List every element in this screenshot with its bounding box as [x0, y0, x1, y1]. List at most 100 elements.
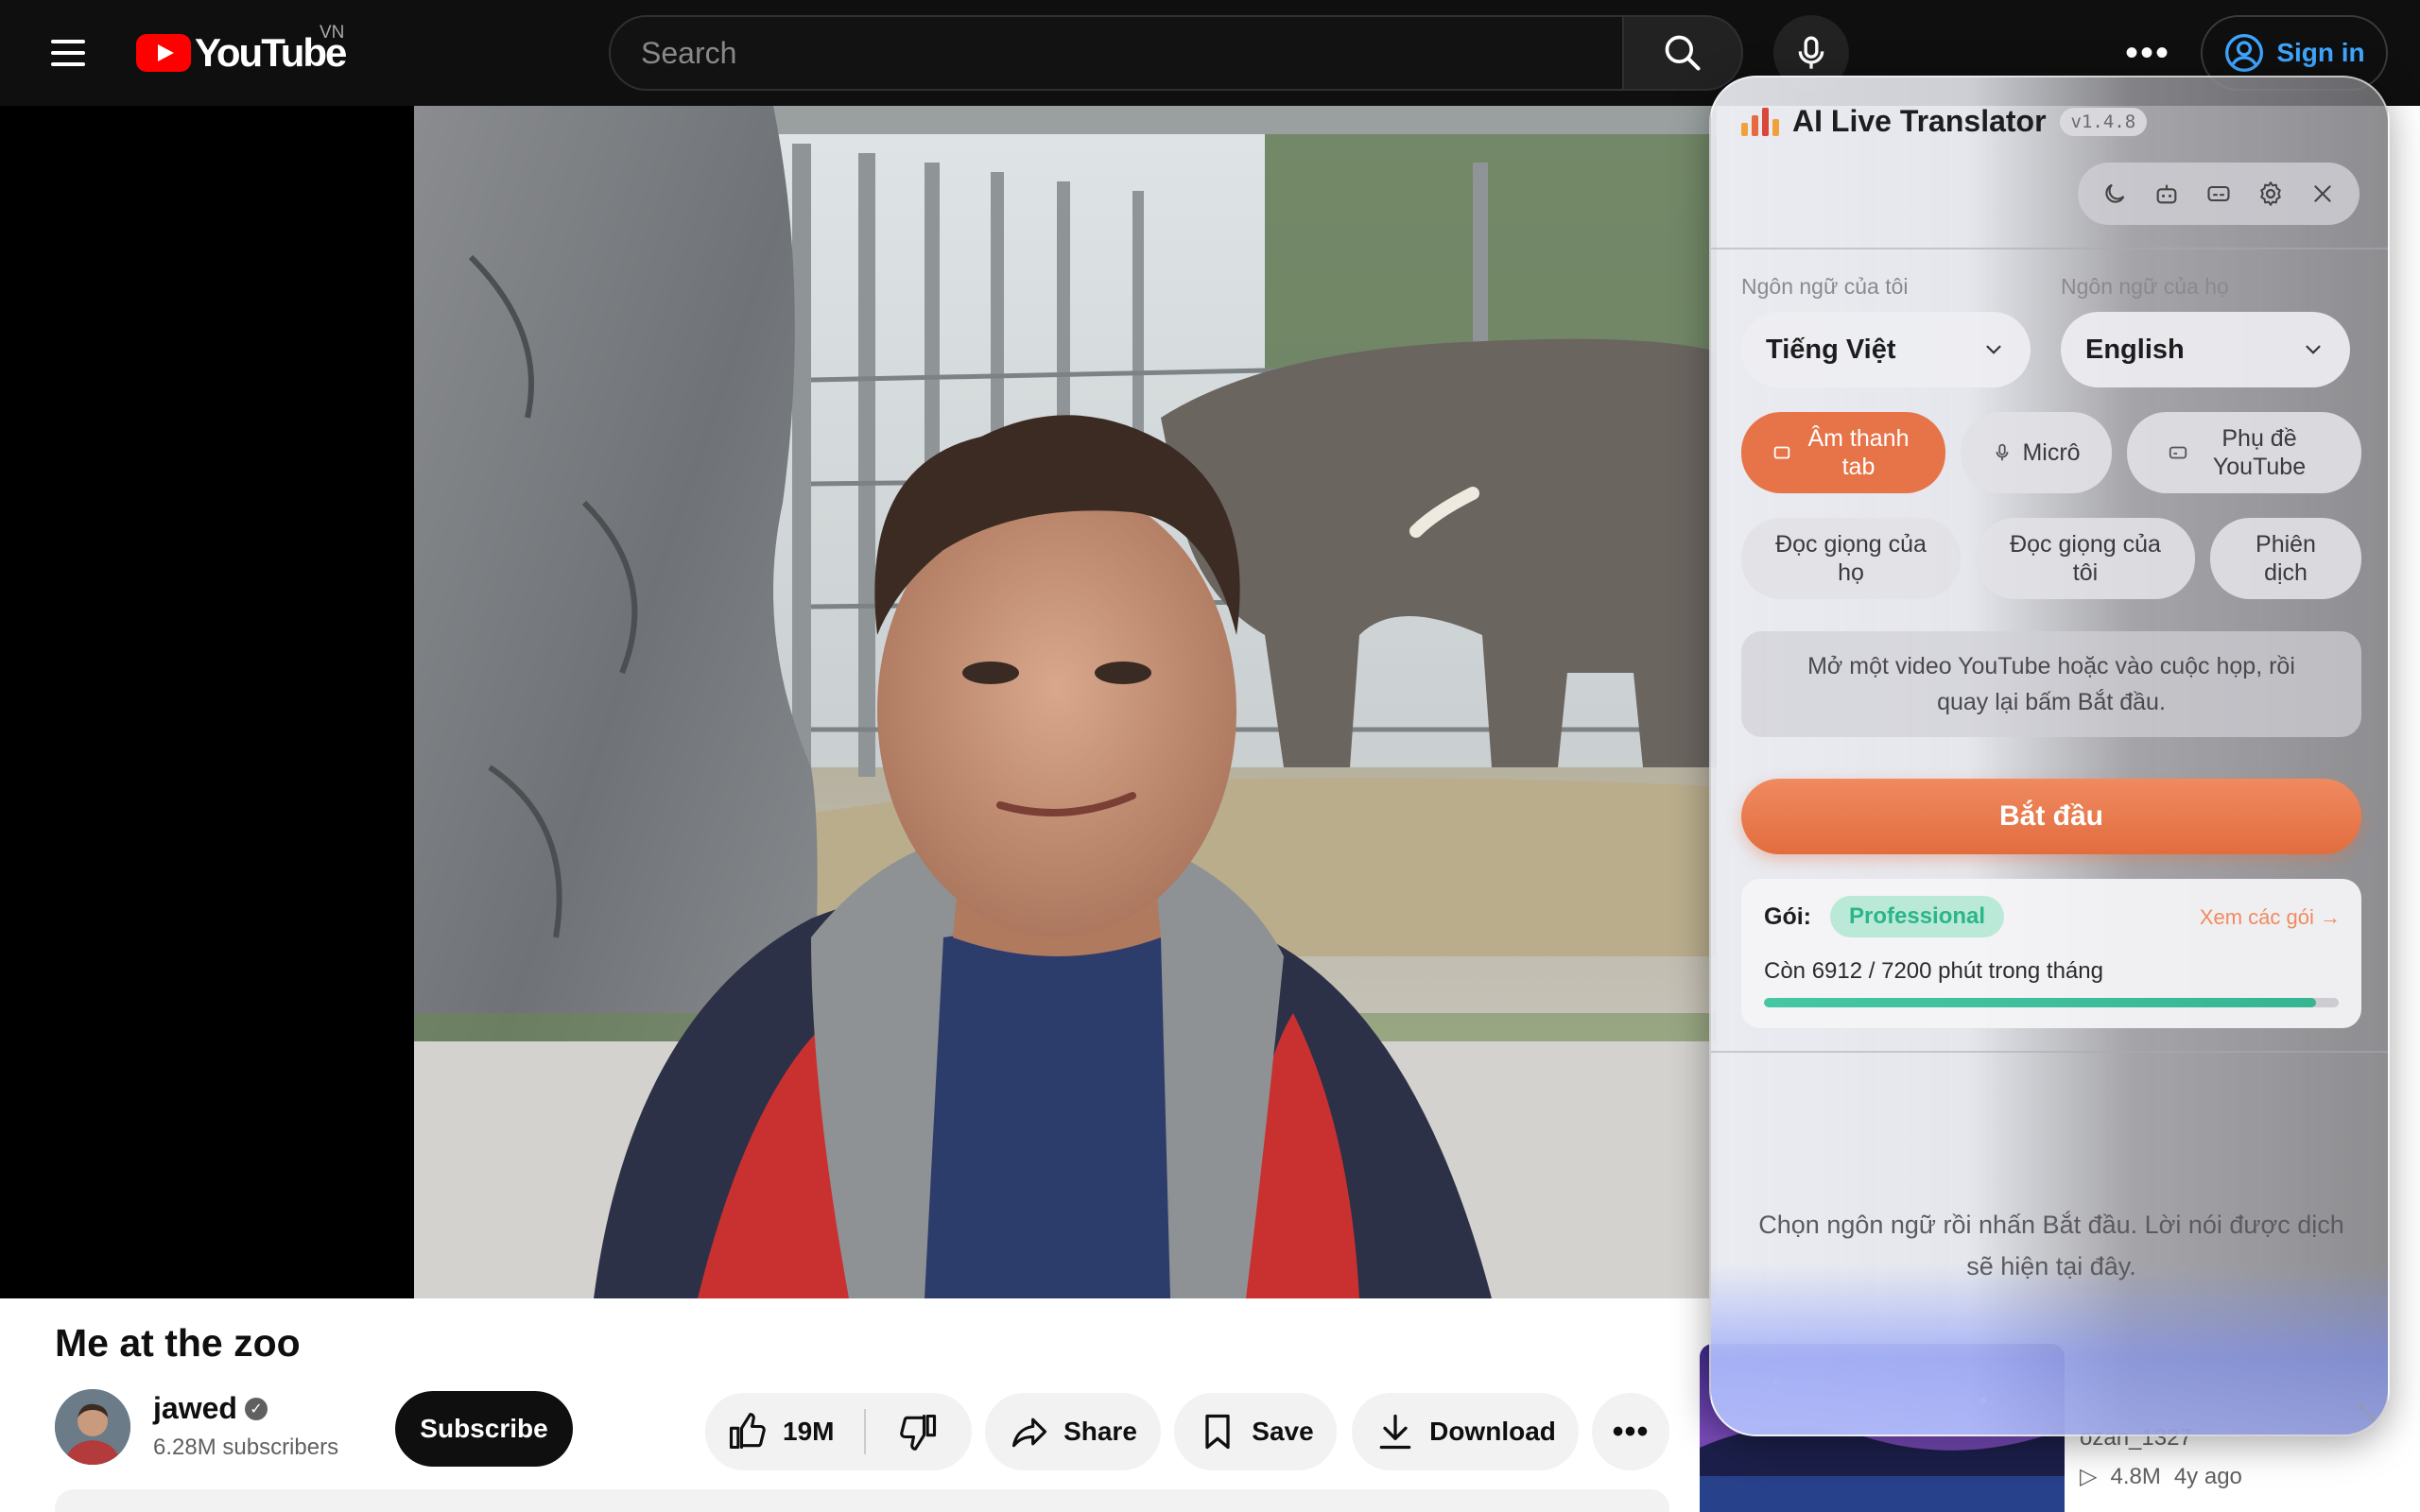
save-button[interactable]: Save [1174, 1393, 1337, 1470]
save-label: Save [1252, 1417, 1314, 1446]
moon-icon [2105, 183, 2125, 203]
download-label: Download [1429, 1417, 1556, 1446]
view-plans-link[interactable]: Xem các gói → [2200, 905, 2341, 930]
tab-audio-button[interactable]: Âm thanh tab [1741, 412, 1945, 493]
fence-top-rail [631, 106, 1717, 134]
sign-in-label: Sign in [2276, 38, 2365, 67]
thumbs-up-icon [729, 1413, 766, 1450]
usage-progress-fill [1764, 998, 2316, 1007]
resize-handle-icon[interactable]: ⤡ [2358, 1400, 2375, 1425]
video-title: Me at the zoo [55, 1321, 301, 1365]
my-language-label: Ngôn ngữ của tôi [1741, 274, 1909, 299]
plan-label: Gói: [1764, 903, 1811, 930]
menu-icon[interactable] [42, 28, 95, 77]
chevron-down-icon [2306, 345, 2321, 354]
microphone-icon [1996, 443, 2009, 461]
interpret-label: Phiên dịch [2256, 531, 2316, 586]
gear-icon [2260, 181, 2281, 206]
read-my-voice-button[interactable]: Đọc giọng của tôi [1976, 518, 2195, 599]
like-dislike-group: 19M [705, 1393, 972, 1470]
microphone-icon [1798, 36, 1824, 69]
captions-icon [2169, 446, 2187, 459]
header-divider [1711, 248, 2388, 249]
content-divider [1711, 1051, 2388, 1053]
video-player[interactable] [0, 106, 1717, 1298]
start-button[interactable]: Bắt đầu [1741, 779, 2361, 854]
like-count: 19M [783, 1417, 835, 1446]
dark-mode-button[interactable] [2092, 171, 2137, 216]
tab-audio-label: Âm thanh tab [1807, 425, 1910, 480]
minutes-remaining: Còn 6912 / 7200 phút trong tháng [1764, 958, 2103, 984]
video-still [414, 106, 1717, 1298]
read-my-voice-label: Đọc giọng của tôi [2010, 531, 2161, 586]
more-actions-button[interactable]: ••• [1592, 1393, 1669, 1470]
usage-progress-track [1764, 998, 2339, 1007]
interpret-button[interactable]: Phiên dịch [2210, 518, 2361, 599]
download-button[interactable]: Download [1352, 1393, 1579, 1470]
channel-avatar[interactable] [55, 1389, 130, 1465]
channel-name[interactable]: jawed ✓ [153, 1391, 268, 1426]
info-message: Mở một video YouTube hoặc vào cuộc họp, … [1741, 631, 2361, 737]
translator-title: AI Live Translator [1792, 104, 2047, 138]
download-icon [1379, 1414, 1411, 1450]
shirt [925, 928, 1170, 1298]
settings-button[interactable] [2248, 171, 2293, 216]
subscriber-count: 6.28M subscribers [153, 1435, 339, 1460]
close-icon [2313, 185, 2331, 202]
description-box[interactable] [55, 1489, 1669, 1512]
share-label: Share [1063, 1417, 1137, 1446]
tab-icon [1773, 446, 1790, 459]
search-box [609, 15, 1624, 91]
youtube-play-icon [136, 34, 191, 72]
video-frame [414, 106, 1717, 1298]
captions-icon [2207, 185, 2230, 202]
ai-bot-button[interactable] [2144, 171, 2189, 216]
translator-toolbar [2078, 163, 2360, 225]
search-input[interactable] [641, 35, 1622, 71]
trees [1265, 125, 1717, 370]
panel-glow [1711, 1264, 2388, 1435]
my-language-value: Tiếng Việt [1766, 334, 1896, 365]
their-language-label: Ngôn ngữ của họ [2061, 274, 2229, 299]
share-icon [1012, 1418, 1047, 1448]
my-language-select[interactable]: Tiếng Việt [1741, 312, 2031, 387]
settings-more-button[interactable]: ••• [2110, 23, 2186, 83]
plan-badge: Professional [1830, 896, 2005, 937]
translator-version: v1.4.8 [2059, 107, 2148, 136]
mic-label: Micrô [2022, 439, 2081, 466]
like-button[interactable]: 19M [705, 1393, 864, 1470]
bookmark-icon [1205, 1414, 1230, 1450]
dislike-button[interactable] [866, 1393, 972, 1470]
their-language-select[interactable]: English [2061, 312, 2350, 387]
recommended-views: 4.8M [2110, 1463, 2161, 1489]
captions-button[interactable] [2196, 171, 2241, 216]
close-button[interactable] [2300, 171, 2345, 216]
verified-icon: ✓ [244, 1397, 268, 1420]
left-eye [962, 662, 1019, 684]
recommended-age: 4y ago [2173, 1463, 2242, 1489]
account-icon [2225, 34, 2264, 72]
thumbs-down-icon [900, 1414, 937, 1451]
share-button[interactable]: Share [985, 1393, 1161, 1470]
mic-button[interactable]: Micrô [1961, 412, 2112, 493]
search-button[interactable] [1622, 15, 1743, 91]
avatar-image [55, 1389, 130, 1465]
youtube-logo[interactable]: YouTube [136, 28, 347, 77]
translator-header: AI Live Translator v1.4.8 [1741, 104, 2148, 139]
translation-placeholder: Chọn ngôn ngữ rồi nhấn Bắt đầu. Lời nói … [1758, 1211, 2344, 1280]
chevron-down-icon [1986, 345, 2001, 354]
youtube-subs-button[interactable]: Phụ đề YouTube [2127, 412, 2361, 493]
subscribe-button[interactable]: Subscribe [395, 1391, 573, 1467]
right-eye [1095, 662, 1151, 684]
their-language-value: English [2085, 334, 2185, 365]
channel-name-text: jawed [153, 1391, 237, 1425]
translator-logo-icon [1741, 107, 1779, 136]
robot-icon [2156, 184, 2177, 204]
recommended-meta: ▷ 4.8M 4y ago [2080, 1463, 2242, 1490]
read-their-voice-label: Đọc giọng của họ [1775, 531, 1927, 586]
plan-card: Gói: Professional Xem các gói → Còn 6912… [1741, 879, 2361, 1028]
play-icon: ▷ [2080, 1464, 2098, 1489]
read-their-voice-button[interactable]: Đọc giọng của họ [1741, 518, 1961, 599]
translator-panel: AI Live Translator v1.4.8 Ngôn ngữ của t… [1709, 76, 2390, 1436]
search-icon [1665, 35, 1701, 71]
